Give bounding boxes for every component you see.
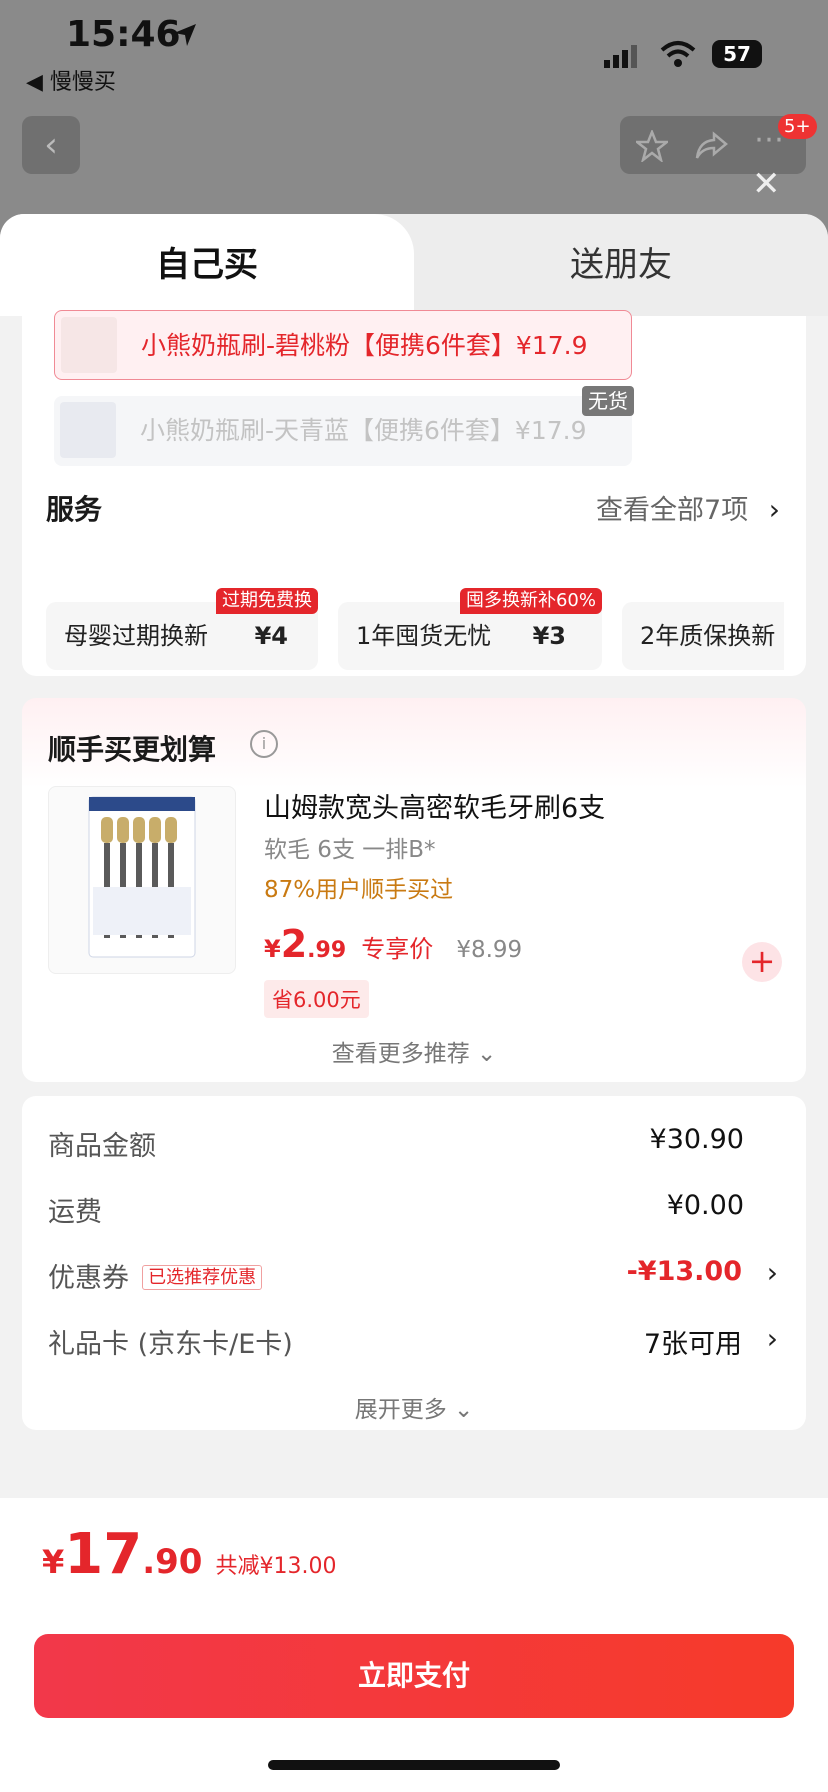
tab-self[interactable]: 自己买 xyxy=(0,214,414,316)
close-icon[interactable]: ✕ xyxy=(752,164,781,204)
summary-value-giftcard: 7张可用 xyxy=(643,1329,742,1360)
total-integer: 17 xyxy=(64,1522,143,1587)
add-to-cart-icon[interactable]: + xyxy=(742,942,782,982)
service-chip-tag: 囤多换新补60% xyxy=(459,588,602,614)
summary-label-coupon: 优惠券 xyxy=(48,1263,129,1294)
gift-card-row[interactable]: 礼品卡 (京东卡/E卡) 7张可用 › xyxy=(48,1322,778,1360)
status-time: 15:46 xyxy=(66,14,181,55)
chevron-down-icon: ⌄ xyxy=(477,1041,497,1067)
addon-title: 顺手买更划算 xyxy=(48,733,217,766)
price-decimal: .99 xyxy=(307,938,347,963)
summary-label-giftcard: 礼品卡 (京东卡/E卡) xyxy=(48,1329,293,1360)
battery-indicator: 57 xyxy=(712,40,762,68)
addon-price: ¥2.99 专享价 ¥8.99 xyxy=(264,922,522,966)
savings-tag: 省6.00元 xyxy=(264,980,369,1018)
service-chip-tag: 过期免费换 xyxy=(216,588,318,614)
expand-more[interactable]: 展开更多 ⌄ xyxy=(22,1390,806,1424)
currency-symbol: ¥ xyxy=(264,935,281,963)
variant-label: 小熊奶瓶刷-天青蓝【便携6件套】¥17.9 xyxy=(140,416,587,445)
star-icon[interactable] xyxy=(636,130,668,162)
price-integer: 2 xyxy=(280,922,308,966)
summary-value-shipping: ¥0.00 xyxy=(666,1190,744,1221)
service-chip-name: 2年质保换新 xyxy=(640,622,776,650)
summary-value-goods: ¥30.90 xyxy=(649,1124,744,1155)
variant-option-pink[interactable]: 小熊奶瓶刷-碧桃粉【便携6件套】¥17.9 xyxy=(54,310,632,380)
view-all-label: 查看全部7项 xyxy=(596,495,749,526)
chevron-left-icon: ‹ xyxy=(44,125,58,165)
wifi-icon xyxy=(660,41,696,67)
price-tag-label: 专享价 xyxy=(361,935,434,963)
tab-gift[interactable]: 送朋友 xyxy=(414,214,828,316)
tab-bar: 送朋友 自己买 xyxy=(0,214,828,316)
addon-spec: 软毛 6支 一排B* xyxy=(264,837,436,863)
service-chip-name: 1年囤货无忧 xyxy=(356,622,492,650)
summary-label-goods: 商品金额 xyxy=(48,1131,156,1162)
spec-service-card: 小熊奶瓶刷-碧桃粉【便携6件套】¥17.9 小熊奶瓶刷-天青蓝【便携6件套】¥1… xyxy=(22,310,806,676)
service-chip-name: 母婴过期换新 xyxy=(64,622,208,650)
pay-now-button[interactable]: 立即支付 xyxy=(34,1634,794,1718)
price-summary-card: 商品金额 ¥30.90 运费 ¥0.00 优惠券 已选推荐优惠 -¥13.00 … xyxy=(22,1096,806,1430)
summary-value-coupon: -¥13.00 xyxy=(626,1256,742,1287)
product-image[interactable] xyxy=(48,786,236,974)
service-chip[interactable]: 2年质保换新 xyxy=(622,602,784,670)
service-view-all[interactable]: 查看全部7项 › xyxy=(596,488,780,527)
total-discount: 共减¥13.00 xyxy=(215,1554,337,1579)
addon-social-proof: 87%用户顺手买过 xyxy=(264,877,454,903)
checkout-footer: ¥17.90 共减¥13.00 立即支付 xyxy=(0,1498,828,1792)
total-price: ¥17.90 共减¥13.00 xyxy=(42,1522,337,1587)
currency-symbol: ¥ xyxy=(42,1543,65,1581)
back-button[interactable]: ‹ xyxy=(22,116,80,174)
see-more-label: 查看更多推荐 xyxy=(331,1041,470,1067)
signal-icon xyxy=(604,45,637,68)
service-title: 服务 xyxy=(46,493,103,526)
original-price: ¥8.99 xyxy=(456,937,523,963)
service-chip[interactable]: 1年囤货无忧 ¥3 囤多换新补60% xyxy=(338,588,602,670)
coupon-tag: 已选推荐优惠 xyxy=(142,1265,263,1290)
chevron-right-icon: › xyxy=(766,1322,778,1355)
total-decimal: .90 xyxy=(142,1542,203,1582)
service-chip[interactable]: 母婴过期换新 ¥4 过期免费换 xyxy=(46,588,318,670)
variant-thumbnail xyxy=(61,317,117,373)
back-to-app-link[interactable]: ◀ 慢慢买 xyxy=(26,64,116,96)
chevron-right-icon: › xyxy=(766,1256,778,1289)
notification-badge: 5+ xyxy=(778,114,817,139)
coupon-row[interactable]: 优惠券 已选推荐优惠 -¥13.00 › xyxy=(48,1256,778,1294)
home-indicator xyxy=(268,1760,560,1770)
chevron-right-icon: › xyxy=(768,493,780,526)
checkout-sheet: 送朋友 自己买 小熊奶瓶刷-碧桃粉【便携6件套】¥17.9 小熊奶瓶刷-天青蓝【… xyxy=(0,214,828,1792)
variant-thumbnail xyxy=(60,402,116,458)
expand-more-label: 展开更多 xyxy=(354,1397,447,1423)
see-more-recommendations[interactable]: 查看更多推荐 ⌄ xyxy=(22,1034,806,1068)
chevron-down-icon: ⌄ xyxy=(454,1397,474,1423)
variant-label: 小熊奶瓶刷-碧桃粉【便携6件套】¥17.9 xyxy=(141,331,588,360)
out-of-stock-tag: 无货 xyxy=(582,386,634,416)
info-icon[interactable]: i xyxy=(250,730,278,758)
addon-card: 顺手买更划算 i 山姆款宽头高密软毛牙刷6支 软毛 6支 一排B* 87%用户顺… xyxy=(22,698,806,1082)
variant-option-blue[interactable]: 小熊奶瓶刷-天青蓝【便携6件套】¥17.9 无货 xyxy=(54,386,634,466)
summary-label-shipping: 运费 xyxy=(48,1197,102,1228)
share-icon[interactable] xyxy=(694,130,728,162)
location-arrow-icon xyxy=(174,24,196,46)
addon-product-name[interactable]: 山姆款宽头高密软毛牙刷6支 xyxy=(264,786,605,825)
